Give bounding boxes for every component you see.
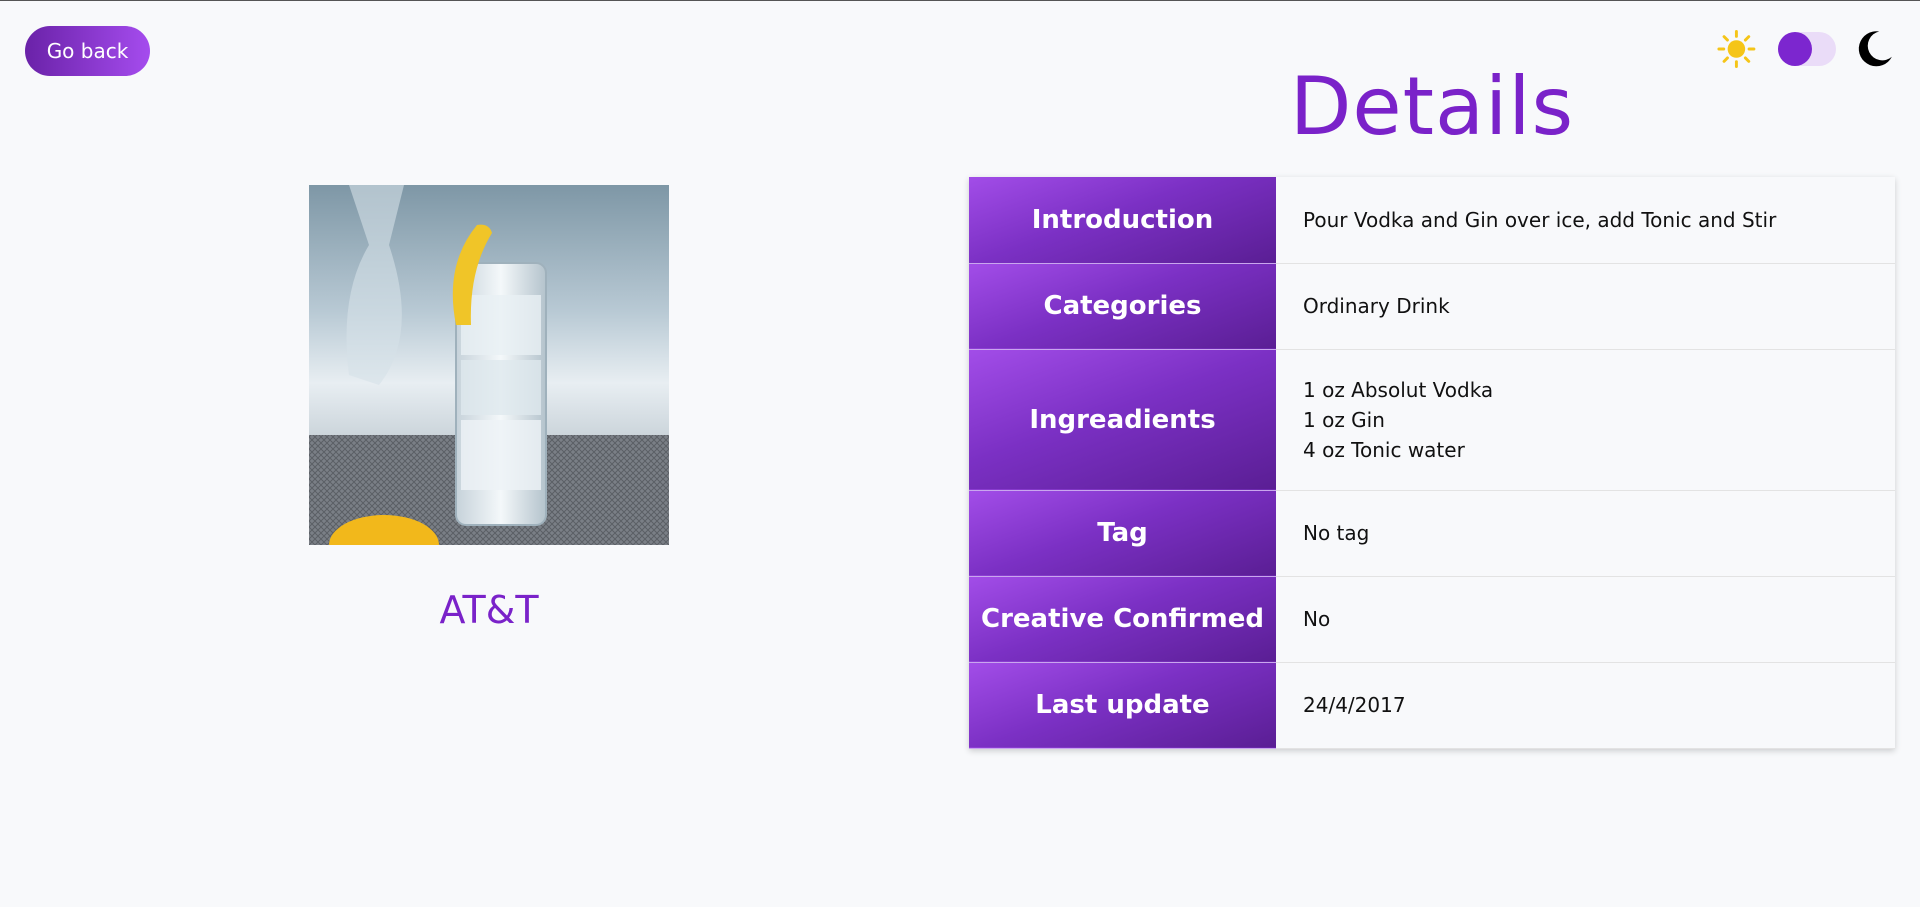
drink-photo <box>309 185 669 545</box>
row-label-tag: Tag <box>969 490 1276 577</box>
row-value-ingredients: 1 oz Absolut Vodka 1 oz Gin 4 oz Tonic w… <box>1276 349 1895 491</box>
table-row: Categories Ordinary Drink <box>969 263 1895 350</box>
row-value-last-update: 24/4/2017 <box>1276 662 1895 749</box>
drink-photo-image <box>309 185 669 545</box>
table-row: Creative Confirmed No <box>969 576 1895 663</box>
row-label-ingredients: Ingreadients <box>969 349 1276 491</box>
ingredient-item: 1 oz Absolut Vodka <box>1303 377 1494 402</box>
row-label-categories: Categories <box>969 263 1276 350</box>
details-title: Details <box>1289 60 1575 153</box>
ingredient-item: 4 oz Tonic water <box>1303 437 1465 462</box>
table-row: Introduction Pour Vodka and Gin over ice… <box>969 177 1895 264</box>
row-label-creative-confirmed: Creative Confirmed <box>969 576 1276 663</box>
details-table: Introduction Pour Vodka and Gin over ice… <box>969 177 1895 749</box>
row-value-creative-confirmed: No <box>1276 576 1895 663</box>
table-row: Last update 24/4/2017 <box>969 662 1895 749</box>
ingredient-item: 1 oz Gin <box>1303 407 1385 432</box>
row-label-last-update: Last update <box>969 662 1276 749</box>
row-label-introduction: Introduction <box>969 177 1276 264</box>
row-value-tag: No tag <box>1276 490 1895 577</box>
table-row: Ingreadients 1 oz Absolut Vodka 1 oz Gin… <box>969 349 1895 491</box>
row-value-introduction: Pour Vodka and Gin over ice, add Tonic a… <box>1276 177 1895 264</box>
drink-name: AT&T <box>439 588 539 632</box>
row-value-categories: Ordinary Drink <box>1276 263 1895 350</box>
table-row: Tag No tag <box>969 490 1895 577</box>
drink-panel: AT&T <box>0 0 978 907</box>
